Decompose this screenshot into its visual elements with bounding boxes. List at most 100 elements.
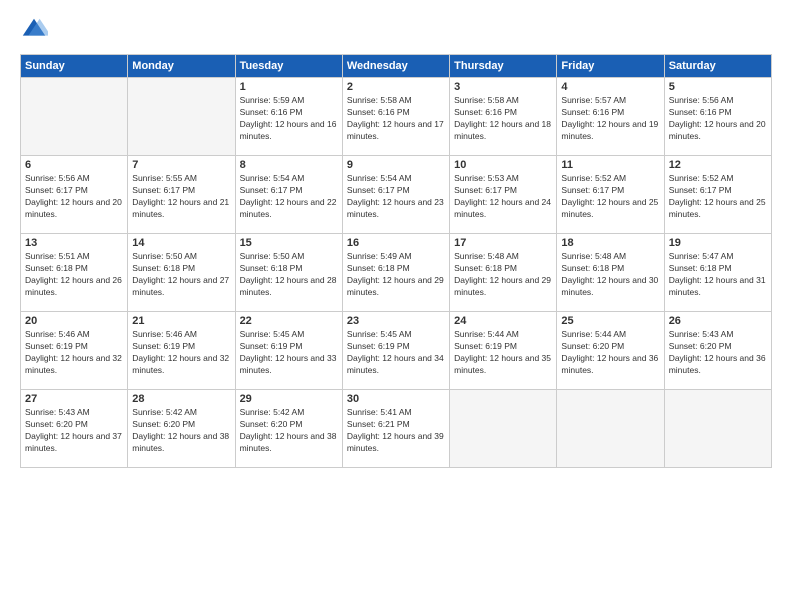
day-number: 9 bbox=[347, 159, 445, 171]
day-cell: 13 Sunrise: 5:51 AMSunset: 6:18 PMDayligh… bbox=[21, 234, 128, 312]
logo bbox=[20, 16, 52, 44]
day-cell: 8 Sunrise: 5:54 AMSunset: 6:17 PMDaylight… bbox=[235, 156, 342, 234]
day-cell: 1Sunrise: 5:59 AMSunset: 6:16 PMDaylight… bbox=[235, 78, 342, 156]
day-cell: 18 Sunrise: 5:48 AMSunset: 6:18 PMDayligh… bbox=[557, 234, 664, 312]
day-number: 18 bbox=[561, 237, 659, 249]
day-info: Sunrise: 5:48 AMSunset: 6:18 PMDaylight:… bbox=[561, 251, 659, 299]
day-cell: 26 Sunrise: 5:43 AMSunset: 6:20 PMDayligh… bbox=[664, 312, 771, 390]
day-cell: 11Sunrise: 5:52 AMSunset: 6:17 PMDayligh… bbox=[557, 156, 664, 234]
day-number: 3 bbox=[454, 81, 552, 93]
day-cell: 6Sunrise: 5:56 AMSunset: 6:17 PMDaylight… bbox=[21, 156, 128, 234]
day-number: 23 bbox=[347, 315, 445, 327]
col-header-friday: Friday bbox=[557, 55, 664, 78]
day-info: Sunrise: 5:49 AMSunset: 6:18 PMDaylight:… bbox=[347, 251, 445, 299]
day-number: 6 bbox=[25, 159, 123, 171]
day-info: Sunrise: 5:42 AMSunset: 6:20 PMDaylight:… bbox=[240, 407, 338, 455]
day-cell bbox=[21, 78, 128, 156]
day-info: Sunrise: 5:54 AMSunset: 6:17 PMDaylight:… bbox=[347, 173, 445, 221]
week-row-4: 20 Sunrise: 5:46 AMSunset: 6:19 PMDayligh… bbox=[21, 312, 772, 390]
day-cell bbox=[664, 390, 771, 468]
day-info: Sunrise: 5:50 AMSunset: 6:18 PMDaylight:… bbox=[132, 251, 230, 299]
day-info: Sunrise: 5:53 AMSunset: 6:17 PMDaylight:… bbox=[454, 173, 552, 221]
col-header-wednesday: Wednesday bbox=[342, 55, 449, 78]
week-row-5: 27 Sunrise: 5:43 AMSunset: 6:20 PMDayligh… bbox=[21, 390, 772, 468]
day-number: 30 bbox=[347, 393, 445, 405]
day-info: Sunrise: 5:50 AMSunset: 6:18 PMDaylight:… bbox=[240, 251, 338, 299]
day-number: 25 bbox=[561, 315, 659, 327]
day-cell: 20 Sunrise: 5:46 AMSunset: 6:19 PMDayligh… bbox=[21, 312, 128, 390]
day-number: 19 bbox=[669, 237, 767, 249]
day-number: 24 bbox=[454, 315, 552, 327]
day-cell: 30 Sunrise: 5:41 AMSunset: 6:21 PMDayligh… bbox=[342, 390, 449, 468]
day-number: 27 bbox=[25, 393, 123, 405]
day-cell: 14 Sunrise: 5:50 AMSunset: 6:18 PMDayligh… bbox=[128, 234, 235, 312]
day-number: 12 bbox=[669, 159, 767, 171]
day-number: 11 bbox=[561, 159, 659, 171]
logo-icon bbox=[20, 16, 48, 44]
day-info: Sunrise: 5:41 AMSunset: 6:21 PMDaylight:… bbox=[347, 407, 445, 455]
col-header-tuesday: Tuesday bbox=[235, 55, 342, 78]
col-header-monday: Monday bbox=[128, 55, 235, 78]
day-cell: 29Sunrise: 5:42 AMSunset: 6:20 PMDayligh… bbox=[235, 390, 342, 468]
day-info: Sunrise: 5:45 AMSunset: 6:19 PMDaylight:… bbox=[347, 329, 445, 377]
day-cell: 27 Sunrise: 5:43 AMSunset: 6:20 PMDayligh… bbox=[21, 390, 128, 468]
day-number: 15 bbox=[240, 237, 338, 249]
header bbox=[20, 16, 772, 44]
week-row-2: 6Sunrise: 5:56 AMSunset: 6:17 PMDaylight… bbox=[21, 156, 772, 234]
day-cell bbox=[557, 390, 664, 468]
day-number: 7 bbox=[132, 159, 230, 171]
day-info: Sunrise: 5:48 AMSunset: 6:18 PMDaylight:… bbox=[454, 251, 552, 299]
day-info: Sunrise: 5:58 AMSunset: 6:16 PMDaylight:… bbox=[347, 95, 445, 143]
day-cell: 19Sunrise: 5:47 AMSunset: 6:18 PMDayligh… bbox=[664, 234, 771, 312]
day-info: Sunrise: 5:52 AMSunset: 6:17 PMDaylight:… bbox=[669, 173, 767, 221]
day-info: Sunrise: 5:45 AMSunset: 6:19 PMDaylight:… bbox=[240, 329, 338, 377]
day-number: 2 bbox=[347, 81, 445, 93]
col-header-thursday: Thursday bbox=[450, 55, 557, 78]
day-number: 14 bbox=[132, 237, 230, 249]
day-cell: 2 Sunrise: 5:58 AMSunset: 6:16 PMDaylight… bbox=[342, 78, 449, 156]
day-info: Sunrise: 5:59 AMSunset: 6:16 PMDaylight:… bbox=[240, 95, 338, 143]
day-cell: 4 Sunrise: 5:57 AMSunset: 6:16 PMDaylight… bbox=[557, 78, 664, 156]
day-number: 28 bbox=[132, 393, 230, 405]
day-info: Sunrise: 5:42 AMSunset: 6:20 PMDaylight:… bbox=[132, 407, 230, 455]
day-cell: 9 Sunrise: 5:54 AMSunset: 6:17 PMDaylight… bbox=[342, 156, 449, 234]
day-number: 21 bbox=[132, 315, 230, 327]
day-cell: 28 Sunrise: 5:42 AMSunset: 6:20 PMDayligh… bbox=[128, 390, 235, 468]
day-info: Sunrise: 5:51 AMSunset: 6:18 PMDaylight:… bbox=[25, 251, 123, 299]
day-info: Sunrise: 5:57 AMSunset: 6:16 PMDaylight:… bbox=[561, 95, 659, 143]
day-cell: 12 Sunrise: 5:52 AMSunset: 6:17 PMDayligh… bbox=[664, 156, 771, 234]
day-info: Sunrise: 5:44 AMSunset: 6:20 PMDaylight:… bbox=[561, 329, 659, 377]
day-number: 4 bbox=[561, 81, 659, 93]
day-number: 26 bbox=[669, 315, 767, 327]
day-number: 8 bbox=[240, 159, 338, 171]
day-info: Sunrise: 5:56 AMSunset: 6:16 PMDaylight:… bbox=[669, 95, 767, 143]
day-cell bbox=[128, 78, 235, 156]
day-number: 20 bbox=[25, 315, 123, 327]
day-number: 22 bbox=[240, 315, 338, 327]
day-info: Sunrise: 5:46 AMSunset: 6:19 PMDaylight:… bbox=[25, 329, 123, 377]
calendar: SundayMondayTuesdayWednesdayThursdayFrid… bbox=[20, 54, 772, 468]
week-row-1: 1Sunrise: 5:59 AMSunset: 6:16 PMDaylight… bbox=[21, 78, 772, 156]
day-cell: 21 Sunrise: 5:46 AMSunset: 6:19 PMDayligh… bbox=[128, 312, 235, 390]
day-cell: 15 Sunrise: 5:50 AMSunset: 6:18 PMDayligh… bbox=[235, 234, 342, 312]
day-cell: 17 Sunrise: 5:48 AMSunset: 6:18 PMDayligh… bbox=[450, 234, 557, 312]
col-header-saturday: Saturday bbox=[664, 55, 771, 78]
day-info: Sunrise: 5:43 AMSunset: 6:20 PMDaylight:… bbox=[669, 329, 767, 377]
col-header-sunday: Sunday bbox=[21, 55, 128, 78]
day-cell: 22 Sunrise: 5:45 AMSunset: 6:19 PMDayligh… bbox=[235, 312, 342, 390]
day-cell: 7Sunrise: 5:55 AMSunset: 6:17 PMDaylight… bbox=[128, 156, 235, 234]
day-number: 13 bbox=[25, 237, 123, 249]
day-number: 17 bbox=[454, 237, 552, 249]
day-number: 10 bbox=[454, 159, 552, 171]
day-cell: 24Sunrise: 5:44 AMSunset: 6:19 PMDayligh… bbox=[450, 312, 557, 390]
day-cell: 16 Sunrise: 5:49 AMSunset: 6:18 PMDayligh… bbox=[342, 234, 449, 312]
day-cell bbox=[450, 390, 557, 468]
day-info: Sunrise: 5:43 AMSunset: 6:20 PMDaylight:… bbox=[25, 407, 123, 455]
day-info: Sunrise: 5:46 AMSunset: 6:19 PMDaylight:… bbox=[132, 329, 230, 377]
day-cell: 25 Sunrise: 5:44 AMSunset: 6:20 PMDayligh… bbox=[557, 312, 664, 390]
day-number: 16 bbox=[347, 237, 445, 249]
day-cell: 10 Sunrise: 5:53 AMSunset: 6:17 PMDayligh… bbox=[450, 156, 557, 234]
day-info: Sunrise: 5:54 AMSunset: 6:17 PMDaylight:… bbox=[240, 173, 338, 221]
day-cell: 23 Sunrise: 5:45 AMSunset: 6:19 PMDayligh… bbox=[342, 312, 449, 390]
day-info: Sunrise: 5:58 AMSunset: 6:16 PMDaylight:… bbox=[454, 95, 552, 143]
